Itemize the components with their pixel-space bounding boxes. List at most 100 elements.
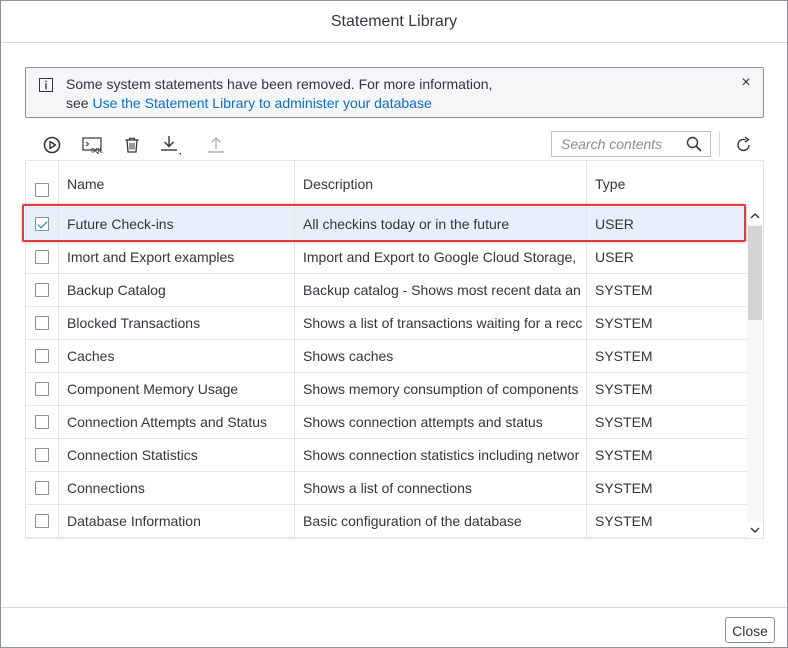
row-name-cell: Caches [58,340,294,372]
run-icon [43,136,61,154]
table-row[interactable]: Database Information Basic configuration … [26,505,747,538]
row-select-cell [26,406,58,438]
row-type-cell: SYSTEM [586,274,747,306]
row-name-cell: Future Check-ins [58,208,294,240]
svg-text:SQL: SQL [91,149,104,155]
row-name-cell: Connections [58,472,294,504]
row-type-cell: USER [586,208,747,240]
row-select-cell [26,340,58,372]
row-description-cell: Shows caches [294,340,586,372]
row-checkbox[interactable] [35,448,49,462]
row-checkbox[interactable] [35,316,49,330]
delete-icon [125,137,139,153]
row-description-cell: Shows connection attempts and status [294,406,586,438]
info-icon [39,78,53,92]
table-row[interactable]: Blocked Transactions Shows a list of tran… [26,307,747,340]
row-checkbox[interactable] [35,481,49,495]
scroll-down-icon[interactable] [747,522,763,538]
row-description-cell: Basic configuration of the database [294,505,586,537]
table-row[interactable]: Connection Statistics Shows connection st… [26,439,747,472]
search-icon[interactable] [686,136,702,152]
refresh-button[interactable] [731,133,757,157]
row-type-cell: SYSTEM [586,406,747,438]
table-row[interactable]: Imort and Export examples Import and Expo… [26,241,747,274]
run-button[interactable] [39,133,65,157]
search-placeholder: Search contents [561,136,663,152]
table-row[interactable]: Caches Shows caches SYSTEM [26,340,747,373]
row-select-cell [26,505,58,537]
row-select-cell [26,307,58,339]
table-row[interactable]: Connections Shows a list of connections SY… [26,472,747,505]
row-checkbox[interactable] [35,349,49,363]
table-row[interactable]: Backup Catalog Backup catalog - Shows mos… [26,274,747,307]
row-type-cell: SYSTEM [586,373,747,405]
row-description-cell: Import and Export to Google Cloud Storag… [294,241,586,273]
download-button[interactable] [156,133,182,157]
row-checkbox[interactable] [35,415,49,429]
row-description-cell: Shows a list of connections [294,472,586,504]
row-description-cell: All checkins today or in the future [294,208,586,240]
dialog-footer: Close [1,607,787,648]
info-message-strip: Some system statements have been removed… [25,67,764,118]
delete-button[interactable] [119,133,145,157]
search-field[interactable]: Search contents [551,131,711,157]
row-type-cell: SYSTEM [586,439,747,471]
scroll-up-icon[interactable] [747,208,763,224]
message-line-2-prefix: see [66,95,93,111]
table-row[interactable]: Component Memory Usage Shows memory consu… [26,373,747,406]
row-name-cell: Blocked Transactions [58,307,294,339]
column-header-name[interactable]: Name [58,161,294,208]
row-select-cell [26,439,58,471]
select-all-cell [26,161,58,197]
row-checkbox[interactable] [35,514,49,528]
upload-button[interactable] [203,133,229,157]
row-type-cell: USER [586,241,747,273]
row-checkbox[interactable] [35,217,49,231]
row-type-cell: SYSTEM [586,505,747,537]
row-checkbox[interactable] [35,382,49,396]
toolbar: SQL Search contents [25,129,765,161]
row-select-cell [26,472,58,504]
sql-console-icon: SQL [82,137,104,155]
row-name-cell: Imort and Export examples [58,241,294,273]
row-type-cell: SYSTEM [586,340,747,372]
table-header-row: Name Description Type [26,161,747,208]
row-name-cell: Database Information [58,505,294,537]
statement-library-dialog: Statement Library Some system statements… [0,0,788,648]
row-name-cell: Backup Catalog [58,274,294,306]
scroll-thumb[interactable] [748,226,762,320]
column-header-description[interactable]: Description [294,161,586,208]
row-checkbox[interactable] [35,283,49,297]
row-type-cell: SYSTEM [586,307,747,339]
row-name-cell: Connection Statistics [58,439,294,471]
row-name-cell: Component Memory Usage [58,373,294,405]
scroll-track[interactable] [747,224,763,522]
row-description-cell: Shows connection statistics including ne… [294,439,586,471]
row-description-cell: Backup catalog - Shows most recent data … [294,274,586,306]
message-text: Some system statements have been removed… [66,75,686,113]
close-message-icon[interactable]: × [739,75,753,91]
row-select-cell [26,241,58,273]
row-select-cell [26,373,58,405]
statement-library-help-link[interactable]: Use the Statement Library to administer … [92,95,431,111]
toolbar-separator [719,131,720,157]
row-name-cell: Connection Attempts and Status [58,406,294,438]
close-button[interactable]: Close [725,617,775,643]
upload-icon [208,137,224,153]
row-description-cell: Shows memory consumption of components [294,373,586,405]
open-sql-console-button[interactable]: SQL [81,133,107,157]
dialog-title: Statement Library [1,1,787,43]
table-scrollbar[interactable] [747,208,763,538]
column-header-type[interactable]: Type [586,161,747,208]
table-row[interactable]: Connection Attempts and Status Shows conn… [26,406,747,439]
select-all-checkbox[interactable] [35,183,49,197]
download-icon [161,136,181,155]
statements-table: Name Description Type Future Check-ins Al… [25,160,764,539]
row-checkbox[interactable] [35,250,49,264]
row-description-cell: Shows a list of transactions waiting for… [294,307,586,339]
message-line-1: Some system statements have been removed… [66,76,493,92]
refresh-icon [737,136,750,152]
row-type-cell: SYSTEM [586,472,747,504]
table-row[interactable]: Future Check-ins All checkins today or in… [26,208,747,241]
row-select-cell [26,208,58,240]
